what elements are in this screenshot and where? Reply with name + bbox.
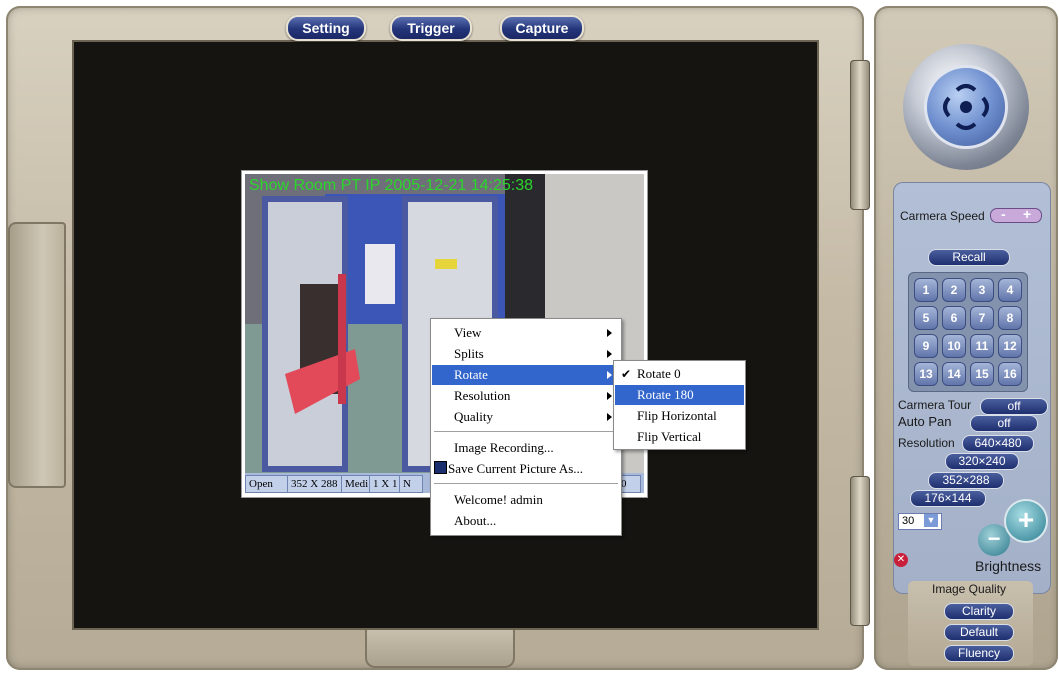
preset-button-14[interactable]: 14 (942, 362, 966, 386)
floppy-disk-icon (434, 461, 447, 474)
menu-item-label: Rotate (454, 367, 488, 382)
preset-button-5[interactable]: 5 (914, 306, 938, 330)
preset-button-10[interactable]: 10 (942, 334, 966, 358)
left-frame-handle (8, 222, 66, 488)
speaker-mute-icon[interactable]: ✕ (894, 553, 908, 567)
speed-plus-button[interactable]: + (1023, 206, 1031, 222)
submenu-item-label: Flip Horizontal (637, 408, 717, 423)
camera-tour-label: Carmera Tour (898, 398, 972, 412)
preset-button-16[interactable]: 16 (998, 362, 1022, 386)
menu-item-resolution[interactable]: Resolution (432, 386, 620, 406)
brightness-plus-button[interactable]: + (1006, 501, 1046, 541)
submenu-arrow-icon (607, 371, 612, 379)
preset-button-1[interactable]: 1 (914, 278, 938, 302)
menu-separator (434, 483, 618, 485)
preset-button-12[interactable]: 12 (998, 334, 1022, 358)
camera-speed-control[interactable]: - + (990, 206, 1042, 223)
menu-item-save-picture[interactable]: Save Current Picture As... (432, 459, 620, 479)
preset-grid: 1 2 3 4 5 6 7 8 9 10 11 12 13 14 15 16 (908, 272, 1028, 392)
submenu-item-label: Flip Vertical (637, 429, 702, 444)
capture-button[interactable]: Capture (500, 15, 584, 41)
ptz-home-dot[interactable] (960, 101, 972, 113)
setting-button[interactable]: Setting (286, 15, 366, 41)
submenu-arrow-icon (607, 413, 612, 421)
rotate-submenu: ✔ Rotate 0 Rotate 180 Flip Horizontal Fli… (613, 360, 746, 450)
status-open: Open (245, 475, 289, 493)
preset-button-6[interactable]: 6 (942, 306, 966, 330)
quality-fluency-button[interactable]: Fluency (944, 645, 1014, 662)
preset-button-7[interactable]: 7 (970, 306, 994, 330)
image-quality-label: Image Quality (932, 582, 1007, 596)
menu-item-splits[interactable]: Splits (432, 344, 620, 364)
menu-item-welcome[interactable]: Welcome! admin (432, 490, 620, 510)
quality-clarity-button[interactable]: Clarity (944, 603, 1014, 620)
resolution-352x288-button[interactable]: 352×288 (928, 472, 1004, 489)
hinge-bottom (850, 476, 870, 626)
menu-item-label: Save Current Picture As... (448, 461, 584, 476)
brightness-label: Brightness (975, 558, 1042, 574)
brightness-minus-button[interactable]: − (978, 524, 1010, 556)
context-menu: View Splits Rotate Resolution Quality Im… (430, 318, 622, 536)
preset-button-9[interactable]: 9 (914, 334, 938, 358)
auto-pan-label: Auto Pan (898, 414, 952, 429)
hinge-top (850, 60, 870, 210)
preset-button-13[interactable]: 13 (914, 362, 938, 386)
quality-default-button[interactable]: Default (944, 624, 1014, 641)
submenu-item-rotate-0[interactable]: ✔ Rotate 0 (615, 364, 744, 384)
menu-separator (434, 431, 618, 433)
status-quality: Medi (341, 475, 371, 493)
menu-item-about[interactable]: About... (432, 511, 620, 531)
osd-overlay: Show Room PT IP 2005-12-21 14:25:38 (249, 177, 534, 194)
camera-tour-toggle[interactable]: off (980, 398, 1048, 415)
preset-button-4[interactable]: 4 (998, 278, 1022, 302)
menu-item-quality[interactable]: Quality (432, 407, 620, 427)
submenu-item-flip-vertical[interactable]: Flip Vertical (615, 427, 744, 447)
submenu-item-label: Rotate 180 (637, 387, 694, 402)
menu-item-label: Image Recording... (454, 440, 554, 455)
resolution-label: Resolution (898, 436, 955, 450)
recall-button[interactable]: Recall (928, 249, 1010, 266)
menu-item-label: View (454, 325, 482, 340)
menu-item-label: Welcome! admin (454, 492, 543, 507)
preset-button-11[interactable]: 11 (970, 334, 994, 358)
chevron-down-icon[interactable]: ▼ (924, 514, 938, 527)
preset-button-2[interactable]: 2 (942, 278, 966, 302)
preset-button-15[interactable]: 15 (970, 362, 994, 386)
menu-item-rotate[interactable]: Rotate (432, 365, 620, 385)
submenu-arrow-icon (607, 350, 612, 358)
bottom-frame-handle (365, 628, 515, 668)
menu-item-image-recording[interactable]: Image Recording... (432, 438, 620, 458)
status-resolution: 352 X 288 (287, 475, 343, 493)
submenu-item-label: Rotate 0 (637, 366, 681, 381)
preset-button-3[interactable]: 3 (970, 278, 994, 302)
menu-item-label: About... (454, 513, 497, 528)
fps-value: 30 (902, 515, 915, 527)
status-split: 1 X 1 (369, 475, 401, 493)
submenu-arrow-icon (607, 329, 612, 337)
menu-item-view[interactable]: View (432, 323, 620, 343)
auto-pan-toggle[interactable]: off (970, 415, 1038, 432)
submenu-arrow-icon (607, 392, 612, 400)
menu-item-label: Quality (454, 409, 493, 424)
trigger-button[interactable]: Trigger (390, 15, 472, 41)
preset-button-8[interactable]: 8 (998, 306, 1022, 330)
speed-minus-button[interactable]: - (1001, 206, 1006, 222)
menu-item-label: Splits (454, 346, 484, 361)
submenu-item-rotate-180[interactable]: Rotate 180 (615, 385, 744, 405)
resolution-176x144-button[interactable]: 176×144 (910, 490, 986, 507)
resolution-640x480-button[interactable]: 640×480 (962, 435, 1034, 452)
menu-item-label: Resolution (454, 388, 511, 403)
resolution-320x240-button[interactable]: 320×240 (945, 453, 1019, 470)
checkmark-icon: ✔ (621, 367, 632, 381)
status-mode: N (399, 475, 423, 493)
submenu-item-flip-horizontal[interactable]: Flip Horizontal (615, 406, 744, 426)
camera-speed-label: Carmera Speed (900, 209, 985, 223)
